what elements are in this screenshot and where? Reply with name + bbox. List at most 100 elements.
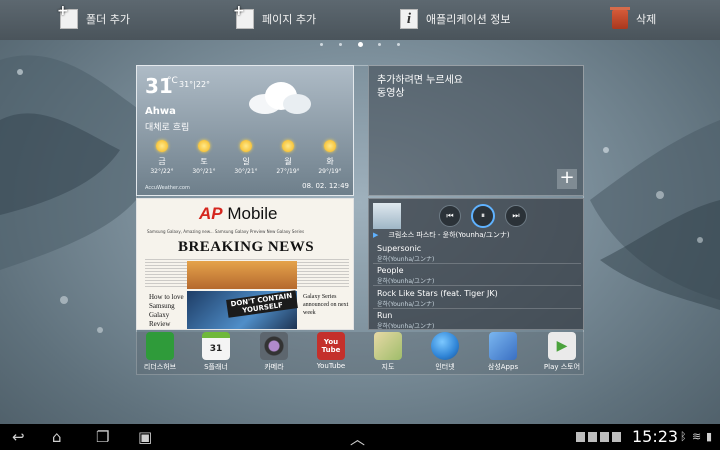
app-samsung-apps[interactable]: 삼성Apps	[475, 332, 531, 376]
home-edit-toolbar: 폴더 추가 페이지 추가 i 애플리케이션 정보 삭제	[0, 0, 720, 40]
app-info-label: 애플리케이션 정보	[426, 13, 511, 26]
song-title: Run	[377, 311, 393, 320]
video-widget-title: 동영상	[377, 88, 405, 99]
system-bar: ↩ ⌂ ❐ ▣ ︿ 15:23 ᛒ ≋ ▮	[0, 424, 720, 450]
pause-icon: ⏸	[481, 211, 485, 220]
news-story-right: Galaxy Series announced on next week	[303, 294, 349, 316]
news-story-left: How to love Samsung Galaxy Review	[149, 293, 184, 328]
weather-updated-time: 08. 02. 12:49	[302, 182, 349, 190]
forecast-temps: 30°/21°	[234, 168, 258, 175]
camera-icon	[260, 332, 288, 360]
forecast-temps: 27°/19°	[276, 168, 300, 175]
calendar-icon: 31	[202, 332, 230, 360]
readers-hub-icon	[146, 332, 174, 360]
forecast-day: 토 30°/21°	[184, 140, 224, 180]
forecast-day: 금 32°/22°	[142, 140, 182, 180]
page-dot[interactable]	[320, 42, 323, 46]
app-internet[interactable]: 인터넷	[417, 332, 473, 376]
wifi-icon: ≋	[692, 430, 702, 443]
news-image: DON'T CONTAIN YOURSELF	[187, 290, 298, 329]
song-title: People	[377, 266, 404, 275]
page-dot[interactable]	[338, 42, 342, 46]
youtube-icon: You Tube	[317, 332, 345, 360]
now-playing-text: 크림소스 파스타 - 윤하(Younha/ユンナ)	[388, 231, 510, 239]
now-playing-row: ▶ 크림소스 파스타 - 윤하(Younha/ユンナ)	[373, 230, 581, 240]
song-artist: 윤하(Younha/ユンナ)	[377, 301, 435, 308]
weather-range: 31°|22°	[179, 80, 211, 89]
page-dot-active[interactable]	[357, 41, 363, 47]
add-page-button[interactable]: 페이지 추가	[233, 3, 316, 31]
app-label: 삼성Apps	[487, 363, 519, 371]
maps-icon	[374, 332, 402, 360]
previous-icon: ⏮	[446, 211, 454, 220]
bluetooth-icon: ᛒ	[680, 430, 687, 443]
add-page-icon	[233, 3, 254, 29]
song-item[interactable]: Supersonic 윤하(Younha/ユンナ)	[377, 244, 577, 263]
song-item[interactable]: Run 윤하(Younha/ユンナ)	[377, 311, 577, 330]
app-camera[interactable]: 카메라	[246, 332, 302, 376]
previous-track-button[interactable]: ⏮	[439, 205, 461, 227]
app-label: 카메라	[264, 363, 284, 371]
home-icon[interactable]: ⌂	[52, 428, 62, 446]
app-play-store[interactable]: ▶ Play 스토어	[534, 332, 590, 376]
album-art	[373, 203, 401, 229]
play-pause-button[interactable]: ⏸	[471, 204, 495, 228]
delete-button[interactable]: 삭제	[610, 6, 657, 31]
gallery-icon	[600, 432, 609, 442]
page-dot[interactable]	[397, 42, 400, 46]
next-icon: ⏭	[512, 211, 520, 220]
recent-apps-icon[interactable]: ❐	[96, 428, 109, 446]
add-folder-button[interactable]: 폴더 추가	[57, 3, 130, 31]
add-video-button[interactable]: +	[557, 169, 577, 189]
video-widget[interactable]: 추가하려면 누르세요 동영상 +	[368, 65, 584, 196]
app-s-planner[interactable]: 31 S플래너	[188, 332, 244, 376]
forecast-temps: 32°/22°	[150, 168, 174, 175]
sun-icon	[240, 140, 252, 152]
ap-logo-text: Mobile	[227, 204, 278, 223]
song-artist: 윤하(Younha/ユンナ)	[377, 278, 435, 285]
add-folder-label: 폴더 추가	[86, 13, 130, 26]
trash-icon	[610, 6, 630, 29]
weather-condition: 대체로 흐림	[145, 123, 190, 133]
status-clock: 15:23	[632, 427, 679, 446]
music-player-widget[interactable]: ⏮ ⏸ ⏭ ▶ 크림소스 파스타 - 윤하(Younha/ユンナ) Supers…	[368, 198, 584, 330]
download-icon	[612, 432, 621, 442]
song-item[interactable]: People 윤하(Younha/ユンナ)	[377, 266, 577, 285]
app-label: Play 스토어	[543, 363, 581, 371]
forecast-day-label: 월	[284, 157, 292, 166]
ap-mobile-widget[interactable]: AP Mobile Samsung Galaxy, Amazing new...…	[136, 198, 354, 330]
image-icon	[588, 432, 597, 442]
app-readers-hub[interactable]: 리더스허브	[132, 332, 188, 376]
song-artist: 윤하(Younha/ユンナ)	[377, 323, 435, 330]
screenshot-icon[interactable]: ▣	[138, 428, 152, 446]
sun-icon	[198, 140, 210, 152]
forecast-day-label: 금	[158, 157, 166, 166]
back-icon[interactable]: ↩	[12, 428, 25, 446]
news-tagline: Samsung Galaxy, Amazing new... Samsung G…	[147, 229, 305, 234]
app-maps[interactable]: 지도	[360, 332, 416, 376]
news-headline: BREAKING NEWS	[177, 239, 315, 255]
news-photo	[187, 261, 297, 289]
weather-widget[interactable]: 31 °C 31°|22° Ahwa 대체로 흐림 금 32°/22° 토 30…	[136, 65, 354, 196]
playing-indicator-icon: ▶	[373, 231, 379, 239]
song-item[interactable]: Rock Like Stars (feat. Tiger JK) 윤하(Youn…	[377, 289, 577, 308]
weather-forecast: 금 32°/22° 토 30°/21° 일 30°/21° 월 27°/19° …	[141, 140, 351, 180]
play-store-icon: ▶	[548, 332, 576, 360]
delete-label: 삭제	[636, 13, 657, 26]
divider	[373, 263, 581, 264]
page-dot[interactable]	[378, 42, 382, 46]
info-icon: i	[400, 9, 418, 29]
app-label: YouTube	[316, 362, 346, 370]
app-info-button[interactable]: i 애플리케이션 정보	[400, 7, 510, 31]
sun-icon	[324, 140, 336, 152]
divider	[373, 308, 581, 309]
weather-city: Ahwa	[145, 106, 176, 117]
sun-icon	[282, 140, 294, 152]
app-youtube[interactable]: You Tube YouTube	[303, 332, 359, 376]
forecast-day: 화 29°/19°	[310, 140, 350, 180]
forecast-temps: 30°/21°	[192, 168, 216, 175]
battery-icon: ▮	[706, 430, 713, 443]
video-widget-hint: 추가하려면 누르세요	[377, 75, 463, 86]
chevron-up-icon[interactable]: ︿	[350, 428, 365, 449]
next-track-button[interactable]: ⏭	[505, 205, 527, 227]
